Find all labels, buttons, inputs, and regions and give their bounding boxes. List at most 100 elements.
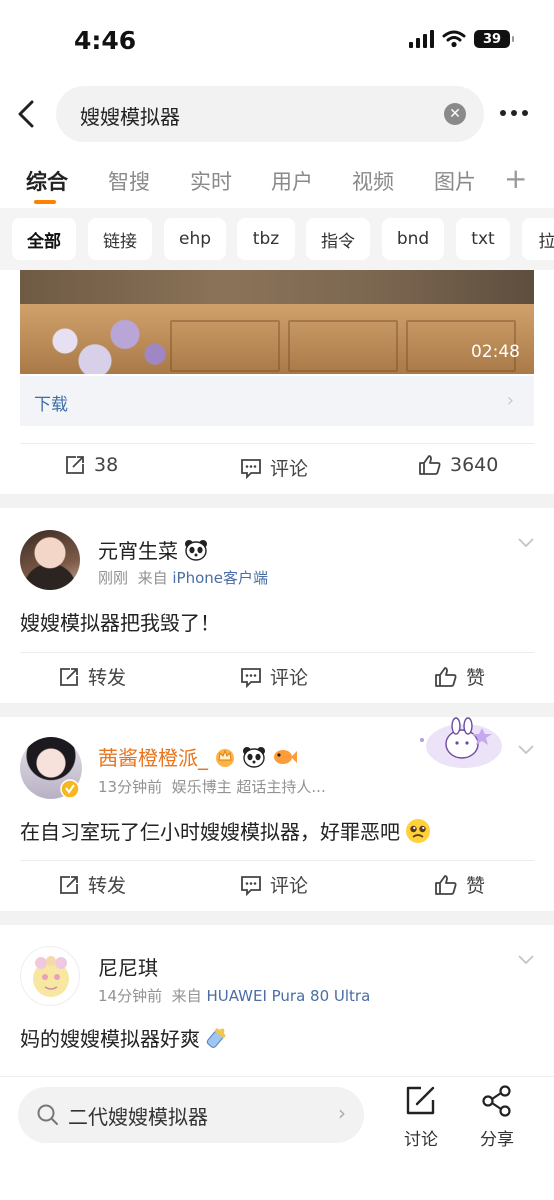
thumbs-up-icon — [435, 874, 457, 895]
repost-count: 38 — [94, 454, 119, 476]
post-text: 妈的嫂嫂模拟器好爽 — [20, 1026, 200, 1051]
related-search-input[interactable]: 二代嫂嫂模拟器 › — [18, 1087, 364, 1143]
download-link[interactable]: 下载 › — [20, 376, 534, 426]
discuss-label: 讨论 — [404, 1130, 438, 1150]
tab-comprehensive[interactable]: 综合 — [26, 166, 68, 196]
thumbs-up-icon — [435, 666, 457, 687]
video-player[interactable]: 02:48 — [20, 270, 534, 374]
share-button[interactable]: 分享 — [469, 1085, 525, 1150]
section-gap — [0, 911, 554, 925]
battery-icon: 39 — [474, 30, 514, 48]
tab-users[interactable]: 用户 — [271, 166, 313, 196]
chip-link[interactable]: 链接 — [88, 218, 152, 260]
avatar[interactable] — [20, 530, 80, 590]
chevron-right-icon: › — [506, 390, 514, 411]
bottom-bar: 二代嫂嫂模拟器 › 讨论 分享 — [0, 1076, 554, 1200]
discuss-button[interactable]: 讨论 — [393, 1085, 449, 1150]
like-count: 3640 — [450, 454, 499, 476]
chip-ehp[interactable]: ehp — [164, 218, 226, 260]
search-query: 嫂嫂模拟器 — [80, 105, 180, 129]
download-label: 下载 — [34, 395, 68, 415]
signal-icon — [409, 30, 434, 48]
username-text: 尼尼琪 — [98, 956, 158, 980]
wifi-icon — [442, 30, 466, 48]
active-tab-indicator — [34, 200, 56, 204]
chevron-down-icon[interactable] — [518, 745, 534, 755]
like-label: 赞 — [466, 875, 486, 897]
status-time: 4:46 — [74, 26, 137, 55]
chip-command[interactable]: 指令 — [306, 218, 370, 260]
source-prefix: 来自 — [137, 569, 168, 587]
comment-icon — [241, 458, 261, 479]
video-duration: 02:48 — [471, 342, 520, 362]
share-icon — [482, 1085, 511, 1117]
status-icons: 39 — [409, 30, 514, 48]
pleading-face-icon — [406, 818, 430, 843]
section-gap — [0, 494, 554, 508]
bunny-sticker-icon — [420, 717, 502, 768]
post-time: 13分钟前 — [98, 778, 163, 796]
chevron-down-icon[interactable] — [518, 955, 534, 965]
tab-realtime[interactable]: 实时 — [190, 166, 232, 196]
post-text-row: 在自习室玩了仨小时嫂嫂模拟器，好罪恶吧 — [20, 816, 432, 845]
related-search-text: 二代嫂嫂模拟器 — [68, 1105, 208, 1129]
like-button[interactable]: 3640 — [418, 454, 498, 476]
chip-tbz[interactable]: tbz — [237, 218, 295, 260]
repost-button[interactable]: 转发 — [58, 871, 126, 898]
back-icon[interactable] — [12, 96, 42, 132]
more-options-icon[interactable] — [500, 110, 528, 116]
tab-videos[interactable]: 视频 — [352, 166, 394, 196]
thumbs-up-icon — [419, 455, 441, 475]
source-prefix: 来自 — [171, 987, 202, 1005]
comment-label: 评论 — [270, 667, 309, 689]
username[interactable]: 茜酱橙橙派_ — [98, 742, 298, 771]
chip-txt[interactable]: txt — [456, 218, 510, 260]
panda-icon — [185, 539, 207, 561]
tab-images[interactable]: 图片 — [434, 166, 476, 196]
like-button[interactable]: 赞 — [434, 663, 485, 690]
post-text-row: 妈的嫂嫂模拟器好爽 — [20, 1022, 232, 1052]
repost-button[interactable]: 转发 — [58, 663, 126, 690]
filter-chips: 全部 链接 ehp tbz 指令 bnd txt 拉 — [0, 208, 554, 270]
repost-icon — [60, 667, 78, 686]
share-label: 分享 — [480, 1130, 514, 1150]
chevron-down-icon[interactable] — [518, 538, 534, 548]
avatar[interactable] — [20, 946, 80, 1006]
repost-button[interactable]: 38 — [64, 454, 118, 476]
post-actions: 转发 评论 赞 — [0, 861, 554, 911]
comment-button[interactable]: 评论 — [240, 663, 308, 690]
chip-more[interactable]: 拉 — [522, 218, 554, 260]
chip-all[interactable]: 全部 — [12, 218, 76, 260]
comment-button[interactable]: 评论 — [240, 871, 308, 898]
repost-icon — [66, 456, 84, 474]
compose-icon — [406, 1086, 435, 1115]
verified-badge-icon — [60, 779, 80, 799]
post-time: 14分钟前 — [98, 987, 163, 1005]
post-time: 刚刚 — [98, 569, 129, 587]
comment-label: 评论 — [270, 875, 309, 897]
post-text: 嫂嫂模拟器把我毁了！ — [20, 611, 220, 635]
username[interactable]: 元宵生菜 — [98, 535, 208, 564]
post-meta: 刚刚 来自 iPhone客户端 — [98, 567, 268, 588]
status-bar: 4:46 39 — [0, 0, 554, 84]
post-meta: 14分钟前 来自 HUAWEI Pura 80 Ultra — [98, 985, 370, 1006]
tab-smart-search[interactable]: 智搜 — [108, 166, 150, 196]
baby-bottle-icon — [206, 1028, 226, 1048]
repost-icon — [60, 875, 78, 894]
post-source[interactable]: HUAWEI Pura 80 Ultra — [206, 987, 370, 1005]
add-tab-button[interactable]: + — [504, 162, 527, 195]
chevron-right-icon: › — [338, 1101, 346, 1125]
post-source[interactable]: iPhone客户端 — [172, 569, 268, 587]
panda-icon — [243, 746, 265, 768]
repost-label: 转发 — [88, 667, 127, 689]
search-input[interactable]: 嫂嫂模拟器 ✕ — [56, 86, 484, 142]
video-thumbnail — [20, 308, 170, 374]
clear-search-button[interactable]: ✕ — [444, 103, 466, 125]
like-button[interactable]: 赞 — [434, 871, 485, 898]
comment-button[interactable]: 评论 — [240, 454, 308, 481]
username-text: 茜酱橙橙派_ — [98, 746, 208, 770]
chip-bnd[interactable]: bnd — [382, 218, 444, 260]
video-actions: 38 评论 3640 — [0, 444, 554, 494]
username[interactable]: 尼尼琪 — [98, 952, 158, 981]
result-tabs: 综合 智搜 实时 用户 视频 图片 + — [0, 160, 554, 206]
